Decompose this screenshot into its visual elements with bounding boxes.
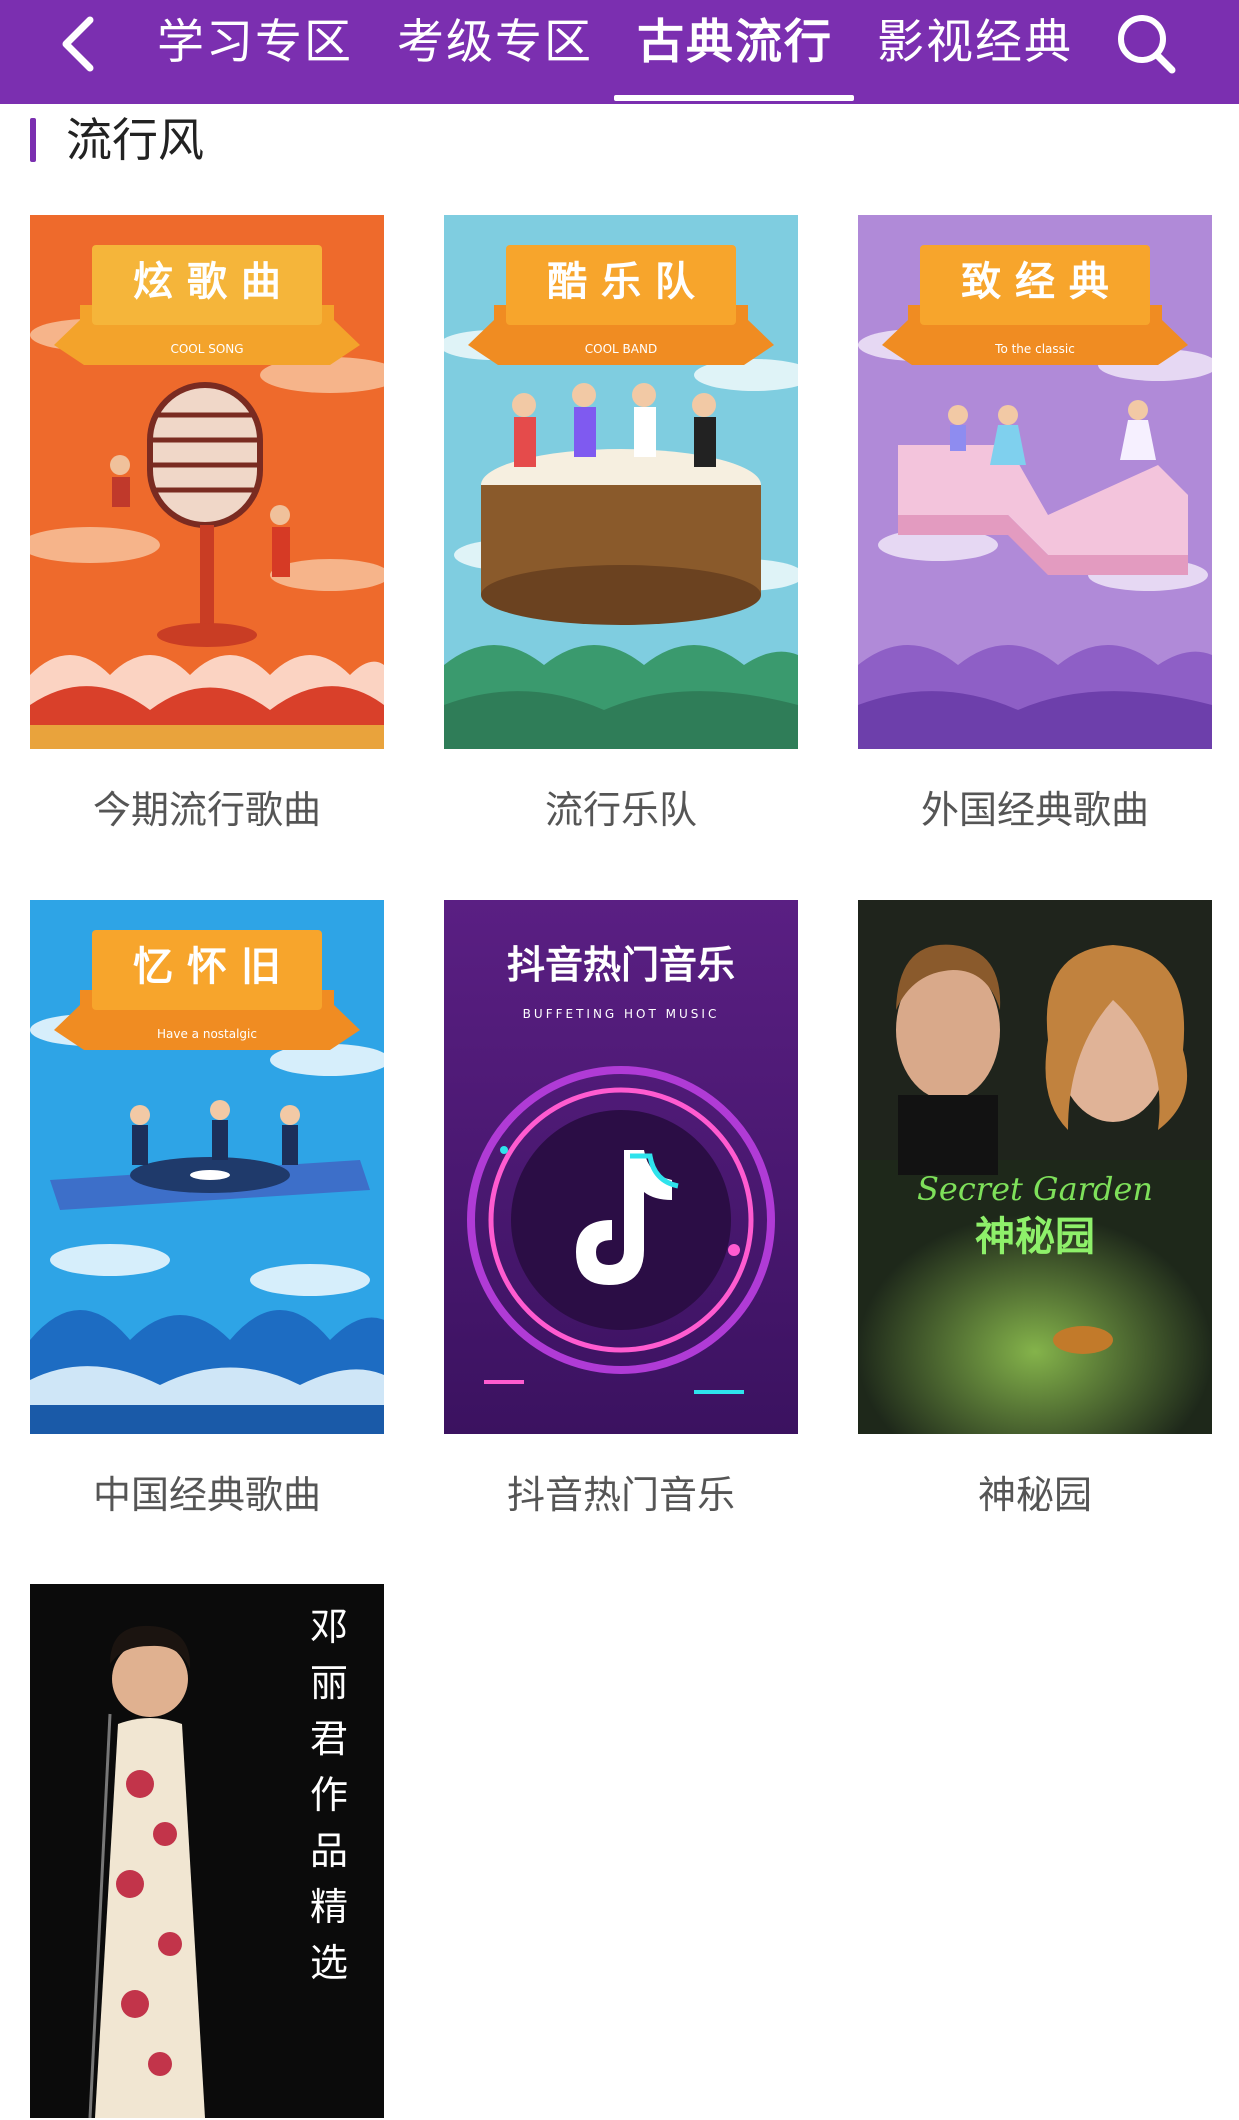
album-cover[interactable]: 炫 歌 曲 COOL SONG: [30, 215, 384, 749]
album-cover[interactable]: 邓 丽 君 作 品 精 选: [30, 1584, 384, 2118]
album-cover[interactable]: 忆 怀 旧 Have a nostalgic: [30, 900, 384, 1434]
chevron-left-icon: [62, 16, 94, 72]
album-cover[interactable]: 抖音热门音乐 BUFFETING HOT MUSIC: [444, 900, 798, 1434]
album-cover[interactable]: 致 经 典 To the classic: [858, 215, 1212, 749]
album-caption: 神秘园: [977, 1473, 1092, 1517]
cover-banner-text: 酷 乐 队: [547, 259, 696, 305]
cover-sub-text: 神秘园: [975, 1214, 1095, 1260]
cover-banner-text: 邓 丽 君 作 品 精 选: [310, 1605, 360, 1985]
album-cover[interactable]: Secret Garden 神秘园: [858, 900, 1212, 1434]
tab-film-classics[interactable]: 影视经典: [870, 6, 1080, 80]
active-tab-indicator: [614, 95, 854, 101]
cover-banner-text: 忆 怀 旧: [133, 944, 281, 990]
cover-sub-text: COOL SONG: [170, 342, 243, 356]
cover-sub-text: COOL BAND: [585, 342, 657, 356]
cover-sub-text: BUFFETING HOT MUSIC: [523, 1007, 720, 1021]
tab-classic-pop[interactable]: 古典流行: [630, 6, 840, 80]
back-button[interactable]: [50, 12, 110, 76]
section-accent-bar: [30, 118, 36, 162]
album-caption: 中国经典歌曲: [92, 1473, 321, 1517]
cover-sub-text: Have a nostalgic: [157, 1027, 257, 1041]
album-caption: 抖音热门音乐: [506, 1473, 735, 1517]
top-nav-bar: 学习专区 考级专区 古典流行 影视经典: [0, 0, 1239, 104]
tab-study-zone[interactable]: 学习专区: [150, 6, 360, 80]
tab-exam-zone[interactable]: 考级专区: [390, 6, 600, 80]
album-caption: 流行乐队: [544, 788, 697, 832]
album-caption: 今期流行歌曲: [92, 788, 321, 832]
cover-banner-text: 抖音热门音乐: [507, 943, 735, 987]
section-title: 流行风: [66, 113, 204, 167]
search-button[interactable]: [1112, 8, 1180, 78]
cover-sub-text: To the classic: [994, 342, 1075, 356]
cover-banner-text: Secret Garden: [917, 1170, 1153, 1208]
search-icon: [1118, 15, 1176, 74]
cover-banner-text: 致 经 典: [961, 259, 1109, 305]
cover-banner-text: 炫 歌 曲: [133, 259, 281, 305]
album-caption: 外国经典歌曲: [920, 788, 1149, 832]
album-cover[interactable]: 酷 乐 队 COOL BAND: [444, 215, 798, 749]
